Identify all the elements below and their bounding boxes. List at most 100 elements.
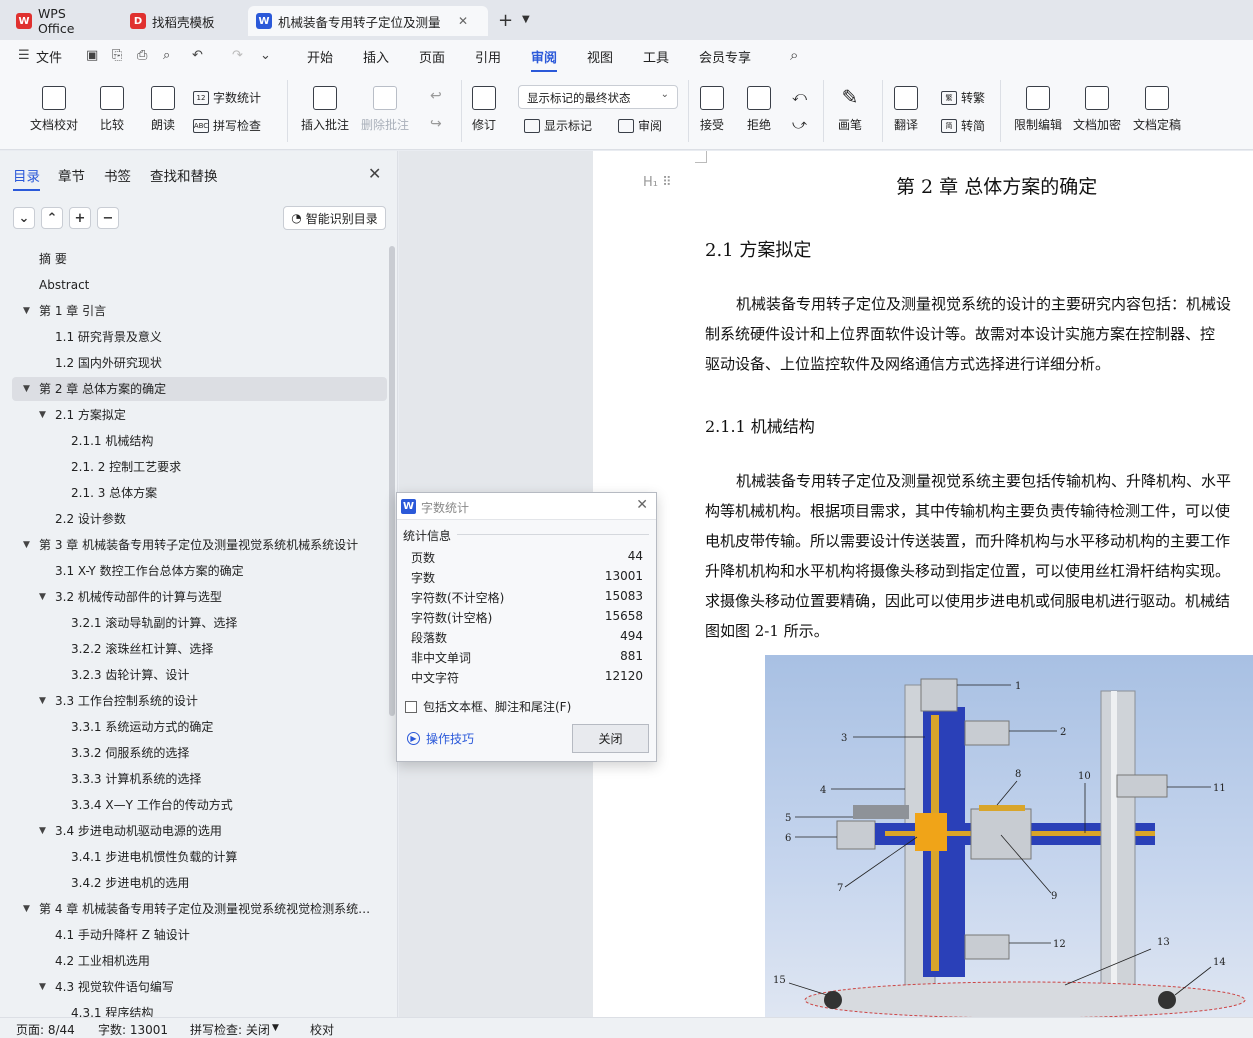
markup-mode-select[interactable]: 显示标记的最终状态 ⌄ — [518, 85, 678, 109]
toc-item[interactable]: ▼ 第 4 章 机械装备专用转子定位及测量视觉系统视觉检测系统设计 — [12, 897, 387, 921]
nav-tab-find-replace[interactable]: 查找和替换 — [150, 165, 218, 185]
expand-arrow-icon[interactable]: ▼ — [39, 585, 46, 609]
search-icon[interactable]: ⌕ — [790, 46, 798, 64]
toc-item[interactable]: Abstract — [12, 273, 387, 297]
hamburger-icon[interactable]: ☰ — [18, 48, 30, 63]
smart-toc-button[interactable]: ◔ 智能识别目录 — [283, 206, 386, 230]
toc-item[interactable]: 1.1 研究背景及意义 — [12, 325, 387, 349]
menu-view[interactable]: 视图 — [587, 47, 613, 66]
toc-item[interactable]: 摘 要 — [12, 247, 387, 271]
menu-references[interactable]: 引用 — [475, 47, 501, 66]
collapse-up-button[interactable]: ⌃ — [41, 207, 63, 229]
print-icon[interactable]: ⎙ — [137, 48, 147, 63]
tab-docer[interactable]: D 找稻壳模板 — [122, 6, 242, 36]
toc-item[interactable]: 2.2 设计参数 — [12, 507, 387, 531]
close-icon[interactable]: ✕ — [458, 14, 468, 28]
word-count-indicator[interactable]: 字数: 13001 — [98, 1021, 168, 1038]
toc-item[interactable]: ▼ 第 2 章 总体方案的确定 — [12, 377, 387, 401]
remove-heading-button[interactable]: − — [97, 207, 119, 229]
print-preview-icon[interactable]: ⌕ — [163, 48, 170, 63]
expand-arrow-icon[interactable]: ▼ — [39, 403, 46, 427]
new-tab-plus-icon[interactable]: + — [498, 10, 513, 31]
review-pane-button[interactable]: 审阅 — [618, 117, 662, 134]
expand-arrow-icon[interactable]: ▼ — [23, 533, 30, 557]
dialog-titlebar[interactable]: W 字数统计 ✕ — [397, 493, 656, 520]
document-page[interactable]: H₁ ⠿ 第 2 章 总体方案的确定 2.1 方案拟定 机械装备专用转子定位及测… — [593, 151, 1253, 1017]
close-button[interactable]: 关闭 — [572, 724, 649, 753]
export-icon[interactable]: ⎘ — [112, 48, 122, 63]
toc-item[interactable]: 3.3.3 计算机系统的选择 — [12, 767, 387, 791]
tab-wps-office[interactable]: W WPS Office — [8, 6, 114, 36]
nav-tab-toc[interactable]: 目录 — [13, 165, 40, 191]
restrict-edit-button[interactable]: 限制编辑 — [1014, 86, 1062, 133]
toc-item[interactable]: ▼ 3.4 步进电动机驱动电源的选用 — [12, 819, 387, 843]
heading-handle-icon[interactable]: H₁ ⠿ — [643, 175, 672, 190]
nav-tab-sections[interactable]: 章节 — [58, 165, 85, 185]
page-indicator[interactable]: 页面: 8/44 — [16, 1021, 75, 1038]
toc-item[interactable]: ▼ 3.3 工作台控制系统的设计 — [12, 689, 387, 713]
toc-scrollbar[interactable] — [389, 246, 395, 716]
checkbox-box[interactable] — [405, 700, 417, 713]
toc-item[interactable]: 2.1. 3 总体方案 — [12, 481, 387, 505]
expand-arrow-icon[interactable]: ▼ — [39, 819, 46, 843]
read-aloud-button[interactable]: 朗读 — [151, 86, 175, 133]
doc-check-button[interactable]: 文档校对 — [30, 86, 78, 133]
menu-review[interactable]: 审阅 — [531, 47, 558, 72]
chevron-down-icon[interactable]: ▼ — [522, 14, 530, 25]
toc-item[interactable]: 3.3.2 伺服系统的选择 — [12, 741, 387, 765]
toc-item[interactable]: ▼ 4.3 视觉软件语句编写 — [12, 975, 387, 999]
expand-arrow-icon[interactable]: ▼ — [39, 689, 46, 713]
chevron-down-icon[interactable]: ⌄ — [260, 48, 271, 63]
toc-item[interactable]: 3.1 X-Y 数控工作台总体方案的确定 — [12, 559, 387, 583]
nav-tab-bookmarks[interactable]: 书签 — [104, 165, 131, 185]
close-icon[interactable]: ✕ — [636, 497, 648, 513]
show-markup-button[interactable]: 显示标记 — [524, 117, 592, 134]
encrypt-button[interactable]: 文档加密 — [1073, 86, 1121, 133]
menu-member[interactable]: 会员专享 — [699, 47, 751, 66]
toc-item[interactable]: ▼ 2.1 方案拟定 — [12, 403, 387, 427]
toc-item[interactable]: 1.2 国内外研究现状 — [12, 351, 387, 375]
toc-item[interactable]: 4.2 工业相机选用 — [12, 949, 387, 973]
toc-item[interactable]: ▼ 第 3 章 机械装备专用转子定位及测量视觉系统机械系统设计 — [12, 533, 387, 557]
toc-item[interactable]: 2.1.1 机械结构 — [12, 429, 387, 453]
menu-start[interactable]: 开始 — [307, 47, 333, 66]
next-comment-icon[interactable]: ↪ — [430, 116, 442, 132]
toc-item[interactable]: 3.4.1 步进电机惯性负载的计算 — [12, 845, 387, 869]
insert-comment-button[interactable]: 插入批注 — [301, 86, 349, 133]
tips-link[interactable]: ▶ 操作技巧 — [407, 730, 474, 747]
expand-arrow-icon[interactable]: ▼ — [23, 299, 30, 323]
chevron-down-icon[interactable]: ▼ — [272, 1023, 279, 1033]
next-change-icon[interactable]: ⤻ — [792, 117, 807, 133]
toc-item[interactable]: 3.2.1 滚动导轨副的计算、选择 — [12, 611, 387, 635]
toc-item[interactable]: 2.1. 2 控制工艺要求 — [12, 455, 387, 479]
add-heading-button[interactable]: + — [69, 207, 91, 229]
save-icon[interactable]: ▣ — [86, 48, 98, 63]
spell-check-indicator[interactable]: 拼写检查: 关闭 — [190, 1021, 270, 1038]
reject-button[interactable]: 拒绝 — [747, 86, 771, 133]
compare-button[interactable]: 比较 — [100, 86, 124, 133]
toc-item[interactable]: 3.3.1 系统运动方式的确定 — [12, 715, 387, 739]
collapse-down-button[interactable]: ⌄ — [13, 207, 35, 229]
spell-check-button[interactable]: ABC 拼写检查 — [193, 117, 261, 134]
menu-tools[interactable]: 工具 — [643, 47, 669, 66]
translate-button[interactable]: 翻译 — [894, 86, 918, 133]
previous-change-icon[interactable]: ⤺ — [792, 89, 807, 105]
to-simplified-button[interactable]: 简 转简 — [941, 117, 985, 134]
expand-arrow-icon[interactable]: ▼ — [23, 377, 30, 401]
expand-arrow-icon[interactable]: ▼ — [39, 975, 46, 999]
proof-indicator[interactable]: 校对 — [310, 1021, 334, 1038]
menu-insert[interactable]: 插入 — [363, 47, 389, 66]
expand-arrow-icon[interactable]: ▼ — [23, 897, 30, 921]
toc-item[interactable]: 3.2.3 齿轮计算、设计 — [12, 663, 387, 687]
delete-comment-button[interactable]: 删除批注 — [361, 86, 409, 133]
finalize-button[interactable]: 文档定稿 — [1133, 86, 1181, 133]
tab-current-document[interactable]: W 机械装备专用转子定位及测量 ✕ — [248, 6, 488, 36]
toc-item[interactable]: ▼ 第 1 章 引言 — [12, 299, 387, 323]
undo-icon[interactable]: ↶ — [192, 48, 203, 63]
accept-button[interactable]: 接受 — [700, 86, 724, 133]
toc-item[interactable]: ▼ 3.2 机械传动部件的计算与选型 — [12, 585, 387, 609]
word-count-button[interactable]: 12 字数统计 — [193, 89, 261, 106]
menu-page[interactable]: 页面 — [419, 47, 445, 66]
previous-comment-icon[interactable]: ↩ — [430, 88, 442, 104]
toc-item[interactable]: 3.3.4 X—Y 工作台的传动方式 — [12, 793, 387, 817]
